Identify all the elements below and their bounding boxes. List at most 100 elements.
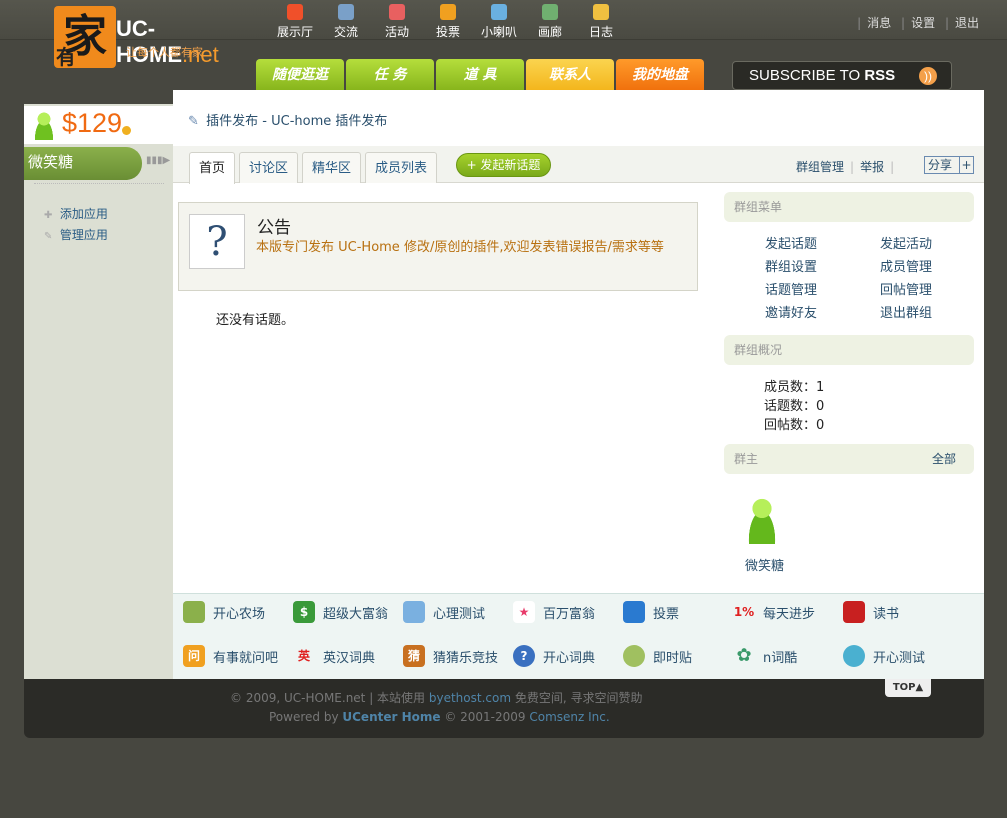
- group-manage-link[interactable]: 群组管理: [796, 160, 844, 174]
- topnav-item-showroom[interactable]: 展示厅: [270, 2, 320, 40]
- app-psych-test[interactable]: 心理测试: [403, 600, 513, 624]
- announcement-box: ? 公告 本版专门发布 UC-Home 修改/原创的插件,欢迎发表错误报告/需求…: [178, 202, 698, 291]
- star-icon: ★: [513, 601, 535, 623]
- group-overview-title: 群组概况: [734, 343, 783, 357]
- owner-avatar[interactable]: [742, 496, 782, 544]
- speech-bubble-icon: [491, 4, 507, 20]
- app-label: 猜猜乐竞技: [433, 650, 499, 666]
- coin-icon: [122, 126, 131, 135]
- logout-link[interactable]: 退出: [955, 16, 979, 30]
- settings-link[interactable]: 设置: [911, 16, 935, 30]
- app-label: 百万富翁: [543, 606, 596, 622]
- app-monopoly[interactable]: $ 超级大富翁: [293, 600, 403, 624]
- topnav-label: 交流: [333, 25, 358, 39]
- topnav-item-poll[interactable]: 投票: [423, 2, 473, 40]
- app-millionaire[interactable]: ★ 百万富翁: [513, 600, 623, 624]
- share-button[interactable]: 分享 +: [924, 156, 974, 174]
- tab-props[interactable]: 道 具: [436, 59, 524, 91]
- tab-home[interactable]: 首页: [189, 152, 236, 184]
- footer-line-1: © 2009, UC-HOME.net | 本站使用 byethost.com …: [230, 689, 642, 706]
- app-happy-dict[interactable]: ? 开心词典: [513, 644, 623, 668]
- user-avatar[interactable]: [30, 110, 58, 140]
- topnav-item-gallery[interactable]: 画廊: [525, 2, 575, 40]
- footer-text: Powered by: [269, 710, 343, 724]
- app-sticky-note[interactable]: 即时贴: [623, 644, 733, 668]
- tab-contacts[interactable]: 联系人: [526, 59, 614, 91]
- empty-topics-text: 还没有话题。: [216, 313, 295, 328]
- separator: |: [901, 16, 906, 30]
- report-link[interactable]: 举报: [860, 160, 884, 174]
- menu-start-topic[interactable]: 发起话题: [765, 236, 880, 254]
- user-money: $129: [62, 108, 123, 138]
- logo-seal-small: 有: [56, 45, 76, 69]
- tab-my-space[interactable]: 我的地盘: [616, 59, 704, 91]
- topnav-item-speaker[interactable]: 小喇叭: [474, 2, 524, 40]
- sidebar-username[interactable]: 微笑糖: [24, 147, 142, 180]
- owner-name[interactable]: 微笑糖: [745, 555, 784, 574]
- host-link[interactable]: byethost.com: [429, 691, 511, 705]
- separator: |: [857, 16, 862, 30]
- group-menu: 发起话题 发起活动 群组设置 成员管理 话题管理 回帖管理 邀请好友 退出群组: [765, 236, 980, 323]
- topnav-label: 投票: [435, 25, 460, 39]
- new-topic-button[interactable]: + 发起新话题: [456, 153, 551, 177]
- ucenter-link[interactable]: UCenter Home: [342, 710, 440, 724]
- topnav-item-events[interactable]: 活动: [372, 2, 422, 40]
- topnav-label: 展示厅: [276, 25, 313, 39]
- topic-count: 话题数：0: [764, 399, 825, 414]
- group-menu-title: 群组菜单: [734, 200, 783, 214]
- app-ncik[interactable]: ✿ n词酷: [733, 644, 843, 668]
- comsenz-link[interactable]: Comsenz Inc.: [529, 710, 609, 724]
- app-label: 读书: [873, 606, 900, 622]
- app-label: 超级大富翁: [323, 606, 389, 622]
- breadcrumb: ✎ 插件发布 - UC-home 插件发布: [188, 110, 387, 129]
- back-to-top-button[interactable]: TOP▲: [885, 679, 931, 697]
- footer: © 2009, UC-HOME.net | 本站使用 byethost.com …: [24, 679, 984, 737]
- topnav-item-blog[interactable]: 日志: [576, 2, 626, 40]
- topnav-label: 小喇叭: [480, 25, 517, 39]
- app-en-zh-dict[interactable]: 英英汉词典: [293, 644, 403, 668]
- app-label: 开心农场: [213, 606, 266, 622]
- site-logo[interactable]: 有 家 UC-HOME.net 让每个人都有家: [44, 2, 244, 74]
- sidebar-toggle-icon[interactable]: ▮▮▮▶: [146, 155, 172, 169]
- subtabs: 首页 讨论区 精华区 成员列表: [189, 152, 441, 184]
- question-box-icon: 问: [183, 645, 205, 667]
- sidebar-item-add-app[interactable]: ✚ 添加应用: [44, 205, 108, 222]
- view-all-link[interactable]: 全部: [932, 444, 956, 474]
- menu-reply-manage[interactable]: 回帖管理: [880, 282, 980, 300]
- app-happy-farm[interactable]: 开心农场: [183, 600, 293, 624]
- tab-discussion[interactable]: 讨论区: [239, 152, 299, 183]
- menu-group-settings[interactable]: 群组设置: [765, 259, 880, 277]
- sidebar-divider: [34, 183, 164, 189]
- app-guess[interactable]: 猜猜猜乐竞技: [403, 644, 513, 668]
- group-icon: ✎: [188, 114, 199, 129]
- messages-link[interactable]: 消息: [867, 16, 891, 30]
- topnav-item-exchange[interactable]: 交流: [321, 2, 371, 40]
- tab-members[interactable]: 成员列表: [365, 152, 438, 183]
- app-poll[interactable]: 投票: [623, 600, 733, 624]
- rss-subscribe-button[interactable]: SUBSCRIBE TO RSS )): [732, 61, 952, 90]
- logo-brand: UC-HOME.net: [116, 16, 244, 68]
- menu-leave-group[interactable]: 退出群组: [880, 305, 980, 323]
- flask-icon: [403, 601, 425, 623]
- menu-member-manage[interactable]: 成员管理: [880, 259, 980, 277]
- logo-seal: 有 家: [54, 6, 116, 69]
- tab-tasks[interactable]: 任 务: [346, 59, 434, 91]
- menu-start-event[interactable]: 发起活动: [880, 236, 980, 254]
- app-daily-progress[interactable]: 1% 每天进步: [733, 600, 843, 624]
- group-stats: 成员数：1 话题数：0 回帖数：0: [764, 378, 824, 435]
- separator: |: [944, 16, 949, 30]
- app-ask[interactable]: 问有事就问吧: [183, 644, 293, 668]
- menu-topic-manage[interactable]: 话题管理: [765, 282, 880, 300]
- menu-invite-friends[interactable]: 邀请好友: [765, 305, 880, 323]
- sidebar-item-manage-app[interactable]: ✎ 管理应用: [44, 226, 108, 243]
- tab-browse[interactable]: 随便逛逛: [256, 59, 344, 91]
- sprout-icon: [183, 601, 205, 623]
- breadcrumb-text[interactable]: 插件发布 - UC-home 插件发布: [206, 114, 387, 129]
- app-reading[interactable]: 读书: [843, 600, 953, 624]
- rss-prefix: SUBSCRIBE TO: [749, 67, 865, 84]
- topnav-label: 活动: [384, 25, 409, 39]
- topnav-label: 日志: [588, 25, 613, 39]
- group-owner-title: 群主: [734, 452, 759, 466]
- app-happy-test[interactable]: 开心测试: [843, 644, 953, 668]
- tab-digest[interactable]: 精华区: [302, 152, 362, 183]
